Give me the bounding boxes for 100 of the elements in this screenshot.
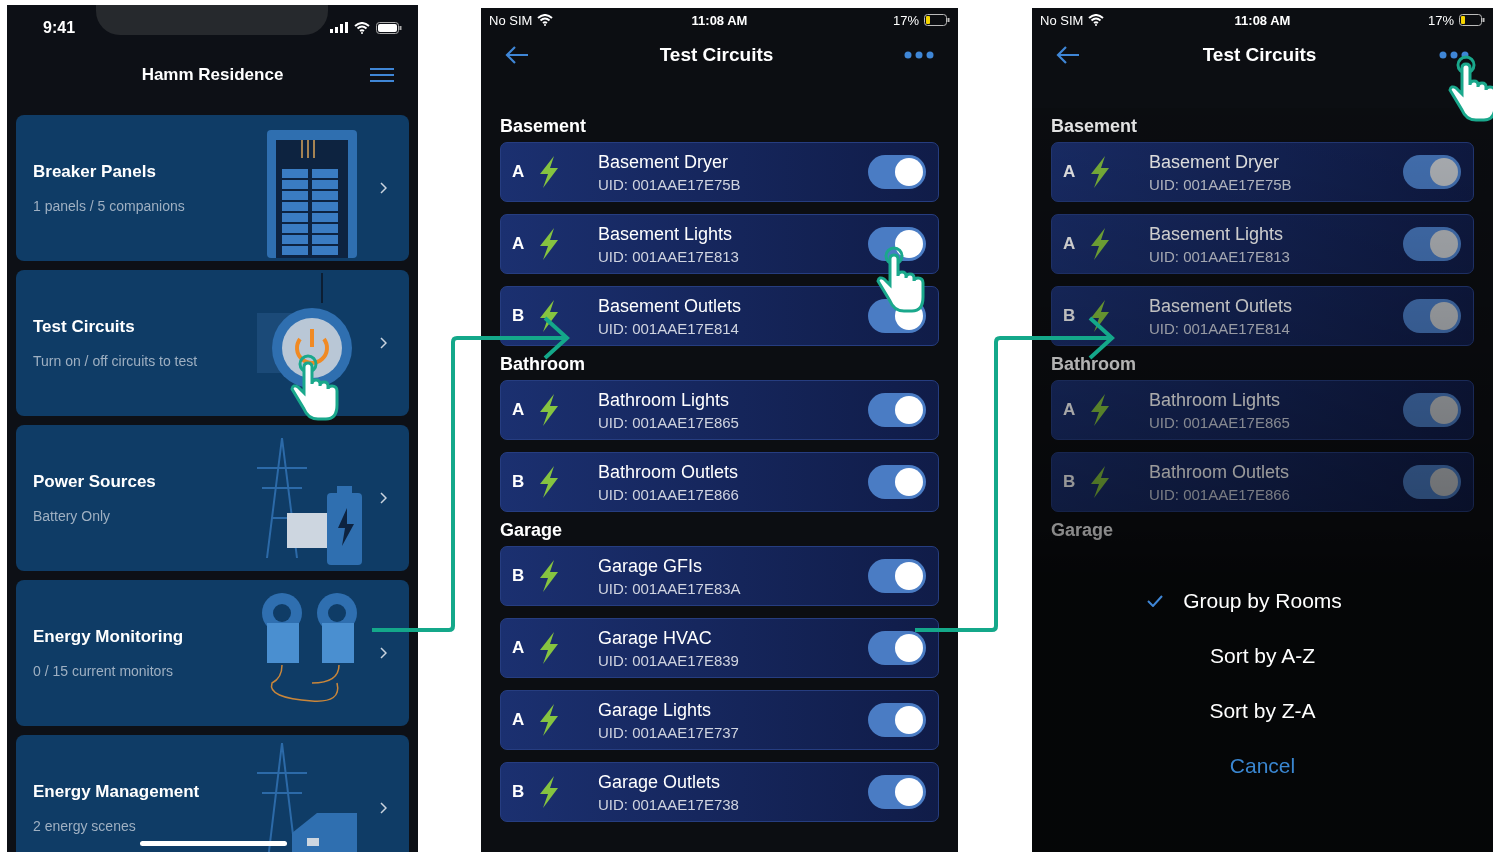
lightning-bolt-icon (1089, 156, 1111, 188)
phase-label: A (512, 162, 526, 182)
circuit-uid: UID: 001AAE17E814 (598, 319, 740, 337)
card-title: Energy Management (33, 782, 201, 802)
feature-card[interactable]: Breaker Panels 1 panels / 5 companions (16, 115, 409, 261)
card-subtitle: 0 / 15 current monitors (33, 663, 175, 679)
status-time: 11:08 AM (1234, 12, 1291, 28)
circuit-uid: UID: 001AAE17E75B (1149, 175, 1293, 193)
toggle-switch[interactable] (868, 703, 926, 737)
lightning-bolt-icon (1089, 300, 1111, 332)
phase-label: B (512, 306, 526, 326)
toggle-switch[interactable] (868, 775, 926, 809)
card-title: Energy Monitoring (33, 627, 185, 647)
circuit-uid: UID: 001AAE17E83A (598, 579, 742, 597)
circuit-name: Basement Lights (598, 223, 734, 245)
feature-card[interactable]: Energy Management 2 energy scenes (16, 735, 409, 852)
feature-card[interactable]: Test Circuits Turn on / off circuits to test (16, 270, 409, 416)
circuit-name: Basement Dryer (598, 151, 730, 173)
toggle-switch[interactable] (1403, 299, 1461, 333)
toggle-switch[interactable] (1403, 465, 1461, 499)
battery-icon (1459, 14, 1485, 26)
phase-label: B (1063, 472, 1077, 492)
battery-icon (924, 14, 950, 26)
card-subtitle: 2 energy scenes (33, 818, 137, 834)
lightning-bolt-icon (1089, 228, 1111, 260)
circuit-uid: UID: 001AAE17E813 (1149, 247, 1291, 265)
carrier-label: No SIM (1040, 12, 1084, 28)
lightning-bolt-icon (538, 632, 560, 664)
circuit-name: Garage HVAC (598, 627, 713, 649)
group-heading: Bathroom (500, 353, 586, 376)
back-arrow-icon[interactable] (505, 46, 529, 64)
toggle-switch[interactable] (1403, 227, 1461, 261)
group-heading: Garage (500, 519, 564, 542)
circuit-uid: UID: 001AAE17E75B (598, 175, 742, 193)
hand-pointer-icon (876, 245, 926, 315)
phase-label: A (1063, 234, 1077, 254)
lightning-bolt-icon (538, 776, 560, 808)
circuit-name: Bathroom Outlets (1149, 461, 1291, 483)
signal-icon (330, 22, 348, 33)
lightning-bolt-icon (1089, 394, 1111, 426)
circuit-name: Basement Outlets (1149, 295, 1294, 317)
toggle-switch[interactable] (868, 631, 926, 665)
toggle-switch[interactable] (1403, 155, 1461, 189)
more-icon[interactable] (904, 51, 934, 59)
lightning-bolt-icon (538, 394, 560, 426)
sort-option[interactable]: Group by Rooms (1147, 573, 1342, 628)
circuit-uid: UID: 001AAE17E866 (1149, 485, 1291, 503)
toggle-switch[interactable] (868, 559, 926, 593)
group-heading: Garage (1051, 519, 1115, 542)
screen-title: Test Circuits (1202, 44, 1317, 66)
card-subtitle: 1 panels / 5 companions (33, 198, 186, 214)
menu-icon[interactable] (370, 67, 394, 83)
card-subtitle: Turn on / off circuits to test (33, 353, 199, 369)
status-time: 9:41 (43, 18, 76, 37)
circuit-name: Garage Lights (598, 699, 713, 721)
more-icon[interactable] (1439, 51, 1469, 59)
phase-label: B (512, 782, 526, 802)
card-title: Breaker Panels (33, 162, 157, 182)
phase-label: A (1063, 162, 1077, 182)
circuit-name: Basement Lights (1149, 223, 1285, 245)
feature-card[interactable]: Power Sources Battery Only (16, 425, 409, 571)
lightning-bolt-icon (538, 560, 560, 592)
circuit-name: Basement Outlets (598, 295, 743, 317)
wifi-icon (354, 21, 370, 34)
hand-pointer-icon (290, 353, 340, 423)
phase-label: B (512, 472, 526, 492)
toggle-switch[interactable] (868, 393, 926, 427)
phase-label: A (512, 638, 526, 658)
circuit-uid: UID: 001AAE17E814 (1149, 319, 1291, 337)
screen-title: Hamm Residence (141, 65, 284, 85)
cancel-button[interactable]: Cancel (1219, 738, 1306, 793)
chevron-right-icon (380, 647, 387, 659)
chevron-right-icon (380, 182, 387, 194)
toggle-switch[interactable] (868, 155, 926, 189)
wifi-icon (1088, 14, 1105, 26)
card-title: Power Sources (33, 472, 157, 492)
circuit-name: Basement Dryer (1149, 151, 1281, 173)
card-subtitle: Battery Only (33, 508, 112, 524)
back-arrow-icon[interactable] (1056, 46, 1080, 64)
circuit-uid: UID: 001AAE17E839 (598, 651, 740, 669)
chevron-right-icon (380, 802, 387, 814)
feature-card[interactable]: Energy Monitoring 0 / 15 current monitors (16, 580, 409, 726)
circuit-name: Garage GFIs (598, 555, 704, 577)
circuit-uid: UID: 001AAE17E738 (598, 795, 740, 813)
sort-option[interactable]: Sort by A-Z (1174, 628, 1315, 683)
circuit-uid: UID: 001AAE17E813 (598, 247, 740, 265)
phase-label: A (1063, 400, 1077, 420)
toggle-switch[interactable] (868, 465, 926, 499)
phase-label: B (512, 566, 526, 586)
toggle-switch[interactable] (1403, 393, 1461, 427)
phase-label: A (512, 234, 526, 254)
card-title: Test Circuits (33, 317, 136, 337)
screen-title: Test Circuits (659, 44, 774, 66)
lightning-bolt-icon (1089, 466, 1111, 498)
toggle-switch[interactable] (868, 227, 926, 261)
status-time: 11:08 AM (691, 12, 748, 28)
lightning-bolt-icon (538, 704, 560, 736)
circuit-uid: UID: 001AAE17E865 (598, 413, 740, 431)
lightning-bolt-icon (538, 300, 560, 332)
sort-option[interactable]: Sort by Z-A (1173, 683, 1316, 738)
